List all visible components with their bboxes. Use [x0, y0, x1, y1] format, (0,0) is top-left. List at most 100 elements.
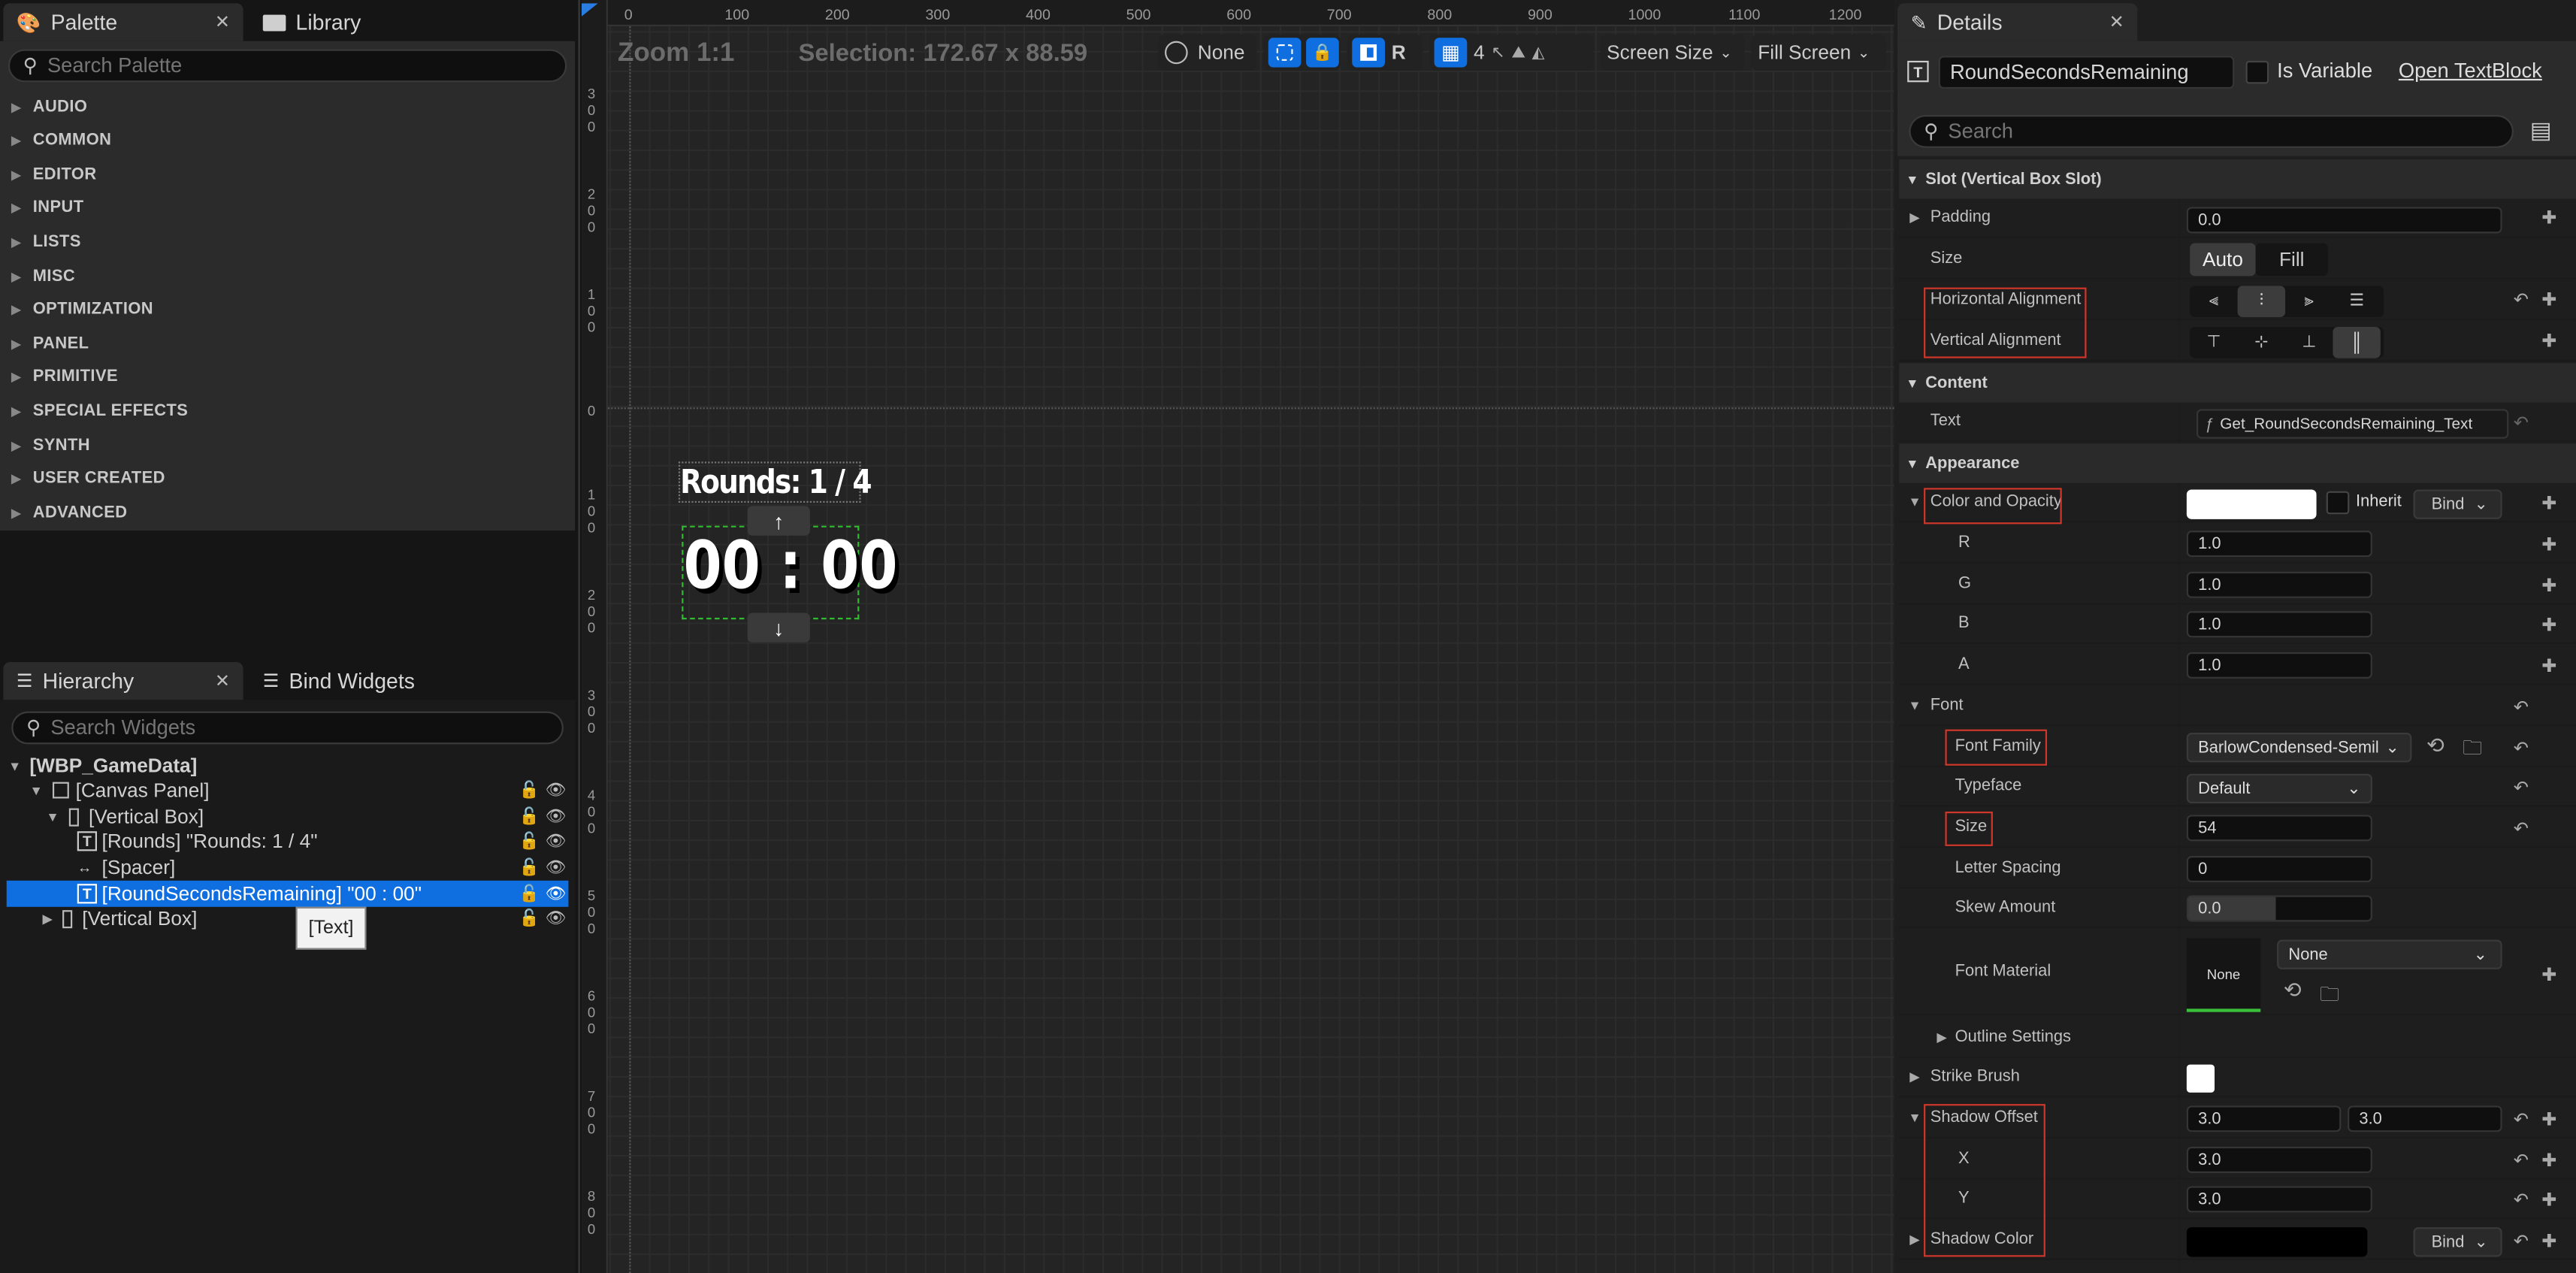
open-textblock-link[interactable]: Open TextBlock — [2399, 59, 2542, 83]
use-selected-icon[interactable]: ⟲ — [2426, 733, 2444, 759]
close-icon[interactable]: ✕ — [215, 11, 230, 32]
tree-row-vertical-box[interactable]: ▼ [Vertical Box] 🔓 👁 — [0, 803, 575, 830]
size-fill-button[interactable]: Fill — [2255, 243, 2328, 277]
close-icon[interactable]: ✕ — [215, 670, 230, 691]
keyframe-icon[interactable]: ✚ — [2541, 493, 2556, 514]
text-binding-dropdown[interactable]: ƒ Get_RoundSecondsRemaining_Text — [2196, 409, 2509, 439]
padding-field[interactable]: 0.0 — [2186, 207, 2502, 234]
chevron-down-icon[interactable]: ▼ — [0, 758, 29, 773]
tree-row-spacer[interactable]: ↔ [Spacer] 🔓 👁 — [0, 854, 575, 881]
lock-icon[interactable]: 🔓 — [519, 832, 540, 850]
tree-row-root[interactable]: ▼ [WBP_GameData] — [0, 752, 575, 779]
fill-screen-dropdown[interactable]: Fill Screen ⌄ — [1751, 34, 1886, 71]
bind-dropdown[interactable]: Bind ⌄ — [2413, 489, 2502, 519]
tab-palette[interactable]: 🎨 Palette ✕ — [3, 3, 243, 41]
hierarchy-search-input[interactable] — [50, 716, 533, 739]
y-field[interactable]: 3.0 — [2186, 1186, 2372, 1213]
shadow-color-swatch[interactable] — [2186, 1227, 2368, 1257]
keyframe-icon[interactable]: ✚ — [2541, 615, 2556, 636]
eye-icon[interactable]: 👁 — [546, 782, 567, 800]
reset-icon[interactable]: ↶ — [2514, 1230, 2529, 1252]
is-variable-checkbox[interactable] — [2245, 60, 2269, 84]
browse-icon[interactable]: 🗀 — [2320, 979, 2339, 1014]
x-field[interactable]: 3.0 — [2186, 1146, 2372, 1173]
align-top-icon[interactable]: ⊤ — [2190, 327, 2237, 358]
lock-icon[interactable]: 🔓 — [519, 909, 540, 927]
r-button[interactable]: R — [1392, 41, 1406, 65]
keyframe-icon[interactable]: ✚ — [2541, 1230, 2556, 1252]
palette-category[interactable]: ▶ PRIMITIVE — [0, 361, 575, 395]
chevron-down-icon[interactable]: ▼ — [1899, 698, 1930, 713]
keyframe-icon[interactable]: ✚ — [2541, 1190, 2556, 1211]
palette-category[interactable]: ▶ SPECIAL EFFECTS — [0, 395, 575, 428]
reset-icon[interactable]: ↶ — [2514, 818, 2529, 839]
flip-icon[interactable]: ⛰ — [1511, 44, 1525, 62]
palette-category[interactable]: ▶ EDITOR — [0, 158, 575, 191]
keyframe-icon[interactable]: ✚ — [2541, 289, 2556, 310]
align-bottom-icon[interactable]: ⊥ — [2285, 327, 2333, 358]
details-search-input[interactable] — [1948, 119, 2478, 144]
eye-icon[interactable]: 👁 — [546, 832, 567, 850]
chevron-right-icon[interactable]: ▶ — [0, 911, 56, 926]
reset-icon[interactable]: ↶ — [2514, 1150, 2529, 1172]
keyframe-icon[interactable]: ✚ — [2541, 207, 2556, 228]
tree-row-round-seconds[interactable]: T [RoundSecondsRemaining] "00 : 00" 🔓 👁 — [6, 880, 569, 907]
palette-category[interactable]: ▶ SYNTH — [0, 429, 575, 462]
browse-icon[interactable]: 🗀 — [2463, 733, 2482, 767]
section-slot[interactable]: ▼ Slot (Vertical Box Slot) — [1899, 159, 2576, 199]
g-field[interactable]: 1.0 — [2186, 571, 2372, 598]
r-field[interactable]: 1.0 — [2186, 531, 2372, 558]
eye-icon[interactable]: 👁 — [546, 858, 567, 876]
align-right-icon[interactable]: ⫸ — [2285, 286, 2333, 317]
inherit-checkbox[interactable] — [2326, 491, 2350, 515]
section-content[interactable]: ▼ Content — [1899, 363, 2576, 403]
color-swatch[interactable] — [2186, 489, 2317, 519]
safe-zone-group[interactable]: 🔒 — [1263, 34, 1341, 71]
tree-row-canvas-panel[interactable]: ▼ [Canvas Panel] 🔓 👁 — [0, 777, 575, 803]
reset-icon[interactable]: ↶ — [2514, 413, 2529, 434]
align-middle-icon[interactable]: ⊹ — [2238, 327, 2285, 358]
lock-icon[interactable]: 🔓 — [519, 884, 540, 903]
layout-icon[interactable] — [1352, 38, 1385, 68]
widget-name-field[interactable]: RoundSecondsRemaining — [1938, 56, 2235, 89]
keyframe-icon[interactable]: ✚ — [2541, 1109, 2556, 1130]
rounds-text[interactable]: Rounds: 1 / 4 — [680, 461, 872, 500]
reset-icon[interactable]: ↶ — [2514, 289, 2529, 310]
localize-dropdown[interactable]: None — [1158, 34, 1257, 71]
palette-category[interactable]: ▶ USER CREATED — [0, 463, 575, 496]
lock-icon[interactable]: 🔓 — [519, 808, 540, 826]
keyframe-icon[interactable]: ✚ — [2541, 534, 2556, 555]
eye-icon[interactable]: 👁 — [546, 884, 567, 903]
palette-category[interactable]: ▶ INPUT — [0, 192, 575, 225]
align-left-icon[interactable]: ⫷ — [2190, 286, 2237, 317]
align-fill-icon[interactable]: ☰ — [2333, 286, 2380, 317]
details-search[interactable]: ⚲ — [1909, 115, 2514, 148]
material-swatch[interactable]: None — [2186, 938, 2261, 1012]
lock-icon[interactable]: 🔓 — [519, 858, 540, 876]
triangle-icon[interactable]: ◭ — [1532, 44, 1545, 62]
shadow-offset-y-field[interactable]: 3.0 — [2348, 1105, 2502, 1132]
tree-row-vertical-box-2[interactable]: ▶ [Vertical Box] 🔓 👁 — [0, 906, 575, 932]
chevron-right-icon[interactable]: ▶ — [1899, 210, 1930, 225]
palette-category[interactable]: ▶ LISTS — [0, 225, 575, 259]
palette-category[interactable]: ▶ OPTIMIZATION — [0, 293, 575, 326]
reset-icon[interactable]: ↶ — [2514, 1190, 2529, 1211]
eye-icon[interactable]: 👁 — [546, 808, 567, 826]
arrow-down-icon[interactable]: ↓ — [747, 612, 810, 643]
reset-icon[interactable]: ↶ — [2514, 738, 2529, 759]
tree-row-rounds[interactable]: T [Rounds] "Rounds: 1 / 4" 🔓 👁 — [0, 828, 575, 854]
palette-category[interactable]: ▶ PANEL — [0, 327, 575, 360]
screen-size-dropdown[interactable]: Screen Size ⌄ — [1600, 34, 1745, 71]
reset-icon[interactable]: ↶ — [2514, 777, 2529, 798]
keyframe-icon[interactable]: ✚ — [2541, 330, 2556, 352]
palette-search[interactable]: ⚲ — [8, 49, 567, 83]
strike-brush-swatch[interactable] — [2186, 1064, 2215, 1093]
eye-hidden-icon[interactable]: 👁 — [546, 909, 567, 927]
typeface-dropdown[interactable]: Default ⌄ — [2186, 773, 2372, 804]
timer-text[interactable]: 00 : 00 — [683, 529, 897, 605]
palette-search-input[interactable] — [47, 54, 536, 77]
palette-category[interactable]: ▶ AUDIO — [0, 90, 575, 123]
size-auto-button[interactable]: Auto — [2190, 243, 2256, 277]
skew-amount-field[interactable]: 0.0 — [2186, 895, 2372, 922]
tab-details[interactable]: ✎ Details ✕ — [1897, 3, 2138, 41]
